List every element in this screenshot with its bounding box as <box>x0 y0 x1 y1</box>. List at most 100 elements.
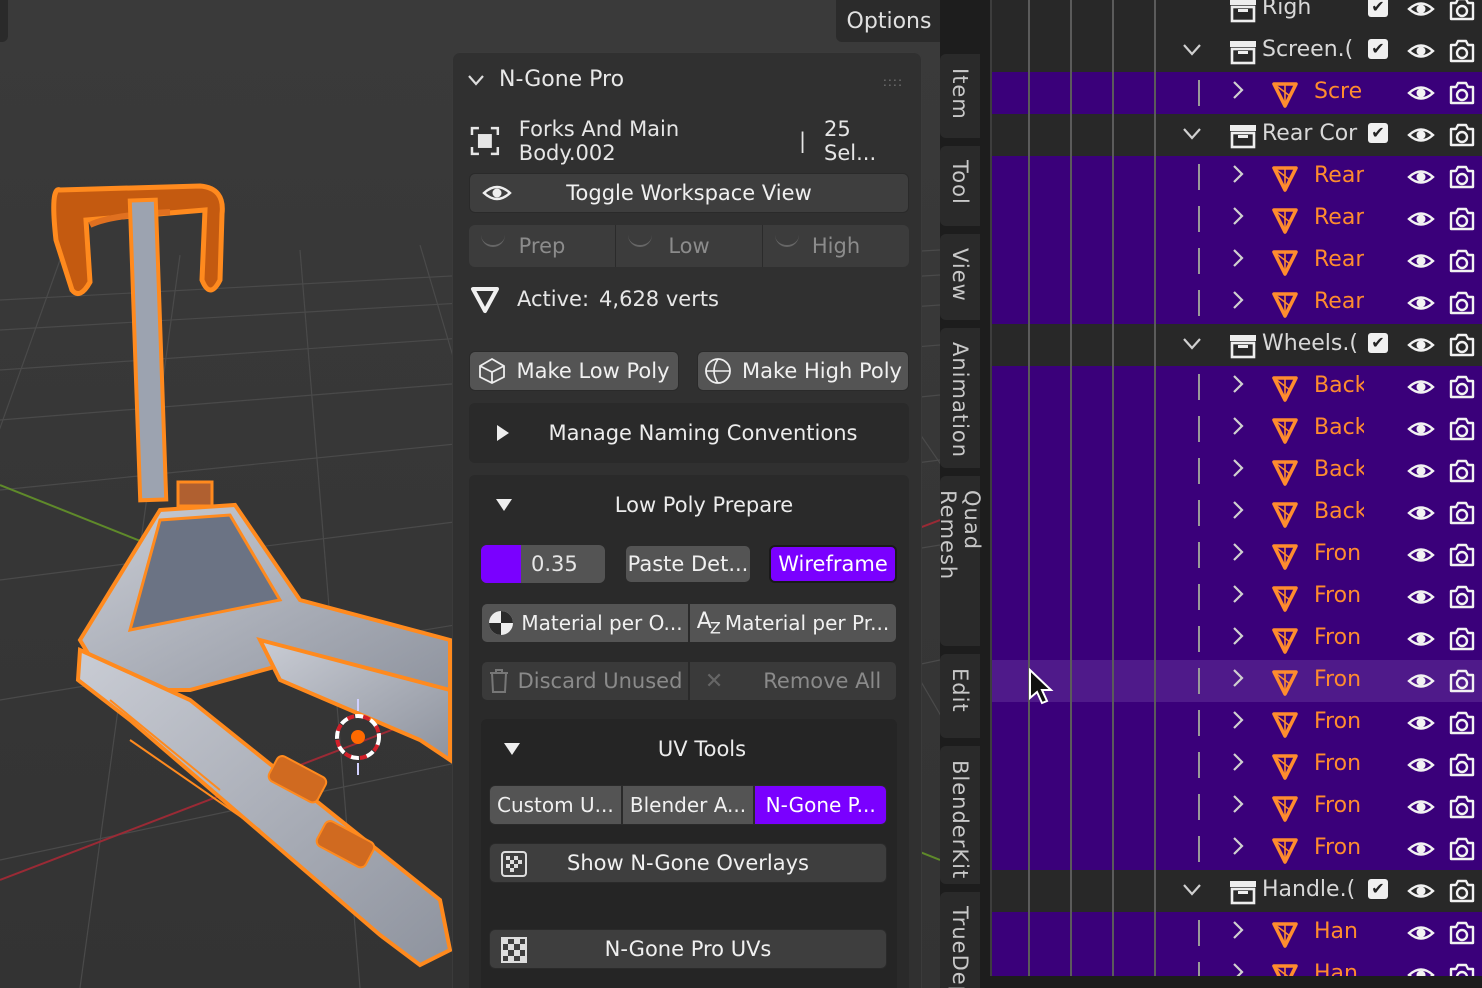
camera-icon[interactable] <box>1448 794 1476 824</box>
eye-icon[interactable] <box>1407 250 1435 276</box>
camera-icon[interactable] <box>1448 374 1476 404</box>
wireframe-color-value-field[interactable]: 0.35 <box>481 545 605 583</box>
outliner-collection-row[interactable]: Screen.(✔ <box>992 30 1482 72</box>
chevron-right-icon[interactable] <box>1232 920 1244 945</box>
outliner-mesh-row[interactable]: Han <box>992 912 1482 954</box>
chevron-right-icon[interactable] <box>1232 626 1244 651</box>
camera-icon[interactable] <box>1448 542 1476 572</box>
camera-icon[interactable] <box>1448 668 1476 698</box>
eye-icon[interactable] <box>1407 124 1435 150</box>
outliner-mesh-row[interactable]: Fron <box>992 702 1482 744</box>
eye-icon[interactable] <box>1407 166 1435 192</box>
camera-icon[interactable] <box>1448 836 1476 866</box>
eye-icon[interactable] <box>1407 208 1435 234</box>
eye-icon[interactable] <box>1407 838 1435 864</box>
camera-icon[interactable] <box>1448 962 1476 976</box>
chevron-right-icon[interactable] <box>1232 752 1244 777</box>
outliner-mesh-row[interactable]: Fron <box>992 660 1482 702</box>
outliner-panel[interactable]: Righ ✔ Screen.(✔ Scre Rear Cor ✔ Rear Rear Rear R… <box>990 0 1482 976</box>
chevron-right-icon[interactable] <box>1232 248 1244 273</box>
chevron-right-icon[interactable] <box>1232 794 1244 819</box>
eye-icon[interactable] <box>1407 40 1435 66</box>
eye-icon[interactable] <box>1407 82 1435 108</box>
chevron-right-icon[interactable] <box>1232 542 1244 567</box>
eye-icon[interactable] <box>1407 964 1435 976</box>
eye-icon[interactable] <box>1407 922 1435 948</box>
low-poly-prepare-header[interactable]: Low Poly Prepare <box>495 493 895 517</box>
options-dropdown[interactable]: Options <box>836 0 940 42</box>
eye-icon[interactable] <box>1407 376 1435 402</box>
outliner-mesh-row[interactable]: Han <box>992 954 1482 976</box>
camera-icon[interactable] <box>1448 80 1476 110</box>
camera-icon[interactable] <box>1448 416 1476 446</box>
outliner-mesh-row[interactable]: Fron <box>992 744 1482 786</box>
toggle-workspace-view-button[interactable]: Toggle Workspace View <box>469 173 909 213</box>
make-low-poly-button[interactable]: Make Low Poly <box>469 351 679 391</box>
tab-view[interactable]: View <box>940 234 980 320</box>
camera-icon[interactable] <box>1448 332 1476 362</box>
camera-icon[interactable] <box>1448 710 1476 740</box>
uv-option-custom[interactable]: Custom U... <box>489 785 622 825</box>
tab-animation[interactable]: Animation <box>940 328 980 468</box>
outliner-mesh-row[interactable]: Fron <box>992 786 1482 828</box>
chevron-right-icon[interactable] <box>1232 710 1244 735</box>
camera-icon[interactable] <box>1448 458 1476 488</box>
outliner-mesh-row[interactable]: Fron <box>992 828 1482 870</box>
uv-tools-header[interactable]: UV Tools <box>503 737 883 761</box>
eye-icon[interactable] <box>1407 502 1435 528</box>
chevron-right-icon[interactable] <box>1232 500 1244 525</box>
uv-option-blender[interactable]: Blender A... <box>621 785 755 825</box>
chevron-down-icon[interactable] <box>1182 878 1202 902</box>
camera-icon[interactable] <box>1448 920 1476 950</box>
outliner-collection-row[interactable]: Wheels.(✔ <box>992 324 1482 366</box>
chevron-right-icon[interactable] <box>1232 458 1244 483</box>
camera-icon[interactable] <box>1448 584 1476 614</box>
manage-naming-subpanel[interactable]: Manage Naming Conventions <box>469 403 909 463</box>
collection-checkbox[interactable]: ✔ <box>1368 879 1388 899</box>
eye-icon[interactable] <box>1407 292 1435 318</box>
remove-all-button[interactable]: ✕ Remove All <box>689 661 897 701</box>
paste-details-button[interactable]: Paste Det... <box>625 545 751 583</box>
chevron-down-icon[interactable] <box>1182 332 1202 356</box>
chevron-right-icon[interactable] <box>1232 416 1244 441</box>
eye-icon[interactable] <box>1407 334 1435 360</box>
outliner-mesh-row[interactable]: Rear <box>992 240 1482 282</box>
chevron-down-icon[interactable] <box>1182 122 1202 146</box>
stage-low-button[interactable]: Low <box>616 225 763 267</box>
camera-icon[interactable] <box>1448 0 1476 26</box>
material-per-primitive-button[interactable]: AZ Material per Pr... <box>689 603 897 643</box>
make-high-poly-button[interactable]: Make High Poly <box>697 351 909 391</box>
drag-grip-icon[interactable]: :::: <box>883 75 903 89</box>
camera-icon[interactable] <box>1448 752 1476 782</box>
camera-icon[interactable] <box>1448 248 1476 278</box>
outliner-mesh-row[interactable]: Back <box>992 408 1482 450</box>
color-swatch[interactable] <box>481 545 521 583</box>
panel-header[interactable]: N-Gone Pro <box>467 67 624 92</box>
chevron-right-icon[interactable] <box>1232 164 1244 189</box>
tab-edit[interactable]: Edit <box>940 654 980 738</box>
outliner-collection-row[interactable]: Rear Cor ✔ <box>992 114 1482 156</box>
tab-quad-remesh[interactable]: Quad Remesh <box>936 476 984 646</box>
eye-icon[interactable] <box>1407 628 1435 654</box>
camera-icon[interactable] <box>1448 290 1476 320</box>
outliner-mesh-row[interactable]: Fron <box>992 576 1482 618</box>
uv-option-ngone[interactable]: N-Gone P... <box>754 785 888 825</box>
outliner-collection-row[interactable]: Righ ✔ <box>992 0 1482 30</box>
outliner-mesh-row[interactable]: Rear <box>992 282 1482 324</box>
chevron-right-icon[interactable] <box>1232 80 1244 105</box>
outliner-collection-row[interactable]: Handle.(✔ <box>992 870 1482 912</box>
eye-icon[interactable] <box>1407 418 1435 444</box>
eye-icon[interactable] <box>1407 712 1435 738</box>
collection-checkbox[interactable]: ✔ <box>1368 333 1388 353</box>
eye-icon[interactable] <box>1407 796 1435 822</box>
camera-icon[interactable] <box>1448 626 1476 656</box>
stage-high-button[interactable]: High <box>763 225 909 267</box>
outliner-mesh-row[interactable]: Back <box>992 450 1482 492</box>
outliner-mesh-row[interactable]: Rear <box>992 156 1482 198</box>
outliner-mesh-row[interactable]: Fron <box>992 534 1482 576</box>
eye-icon[interactable] <box>1407 460 1435 486</box>
camera-icon[interactable] <box>1448 500 1476 530</box>
tab-tool[interactable]: Tool <box>940 146 980 226</box>
outliner-mesh-row[interactable]: Back <box>992 366 1482 408</box>
outliner-mesh-row[interactable]: Rear <box>992 198 1482 240</box>
